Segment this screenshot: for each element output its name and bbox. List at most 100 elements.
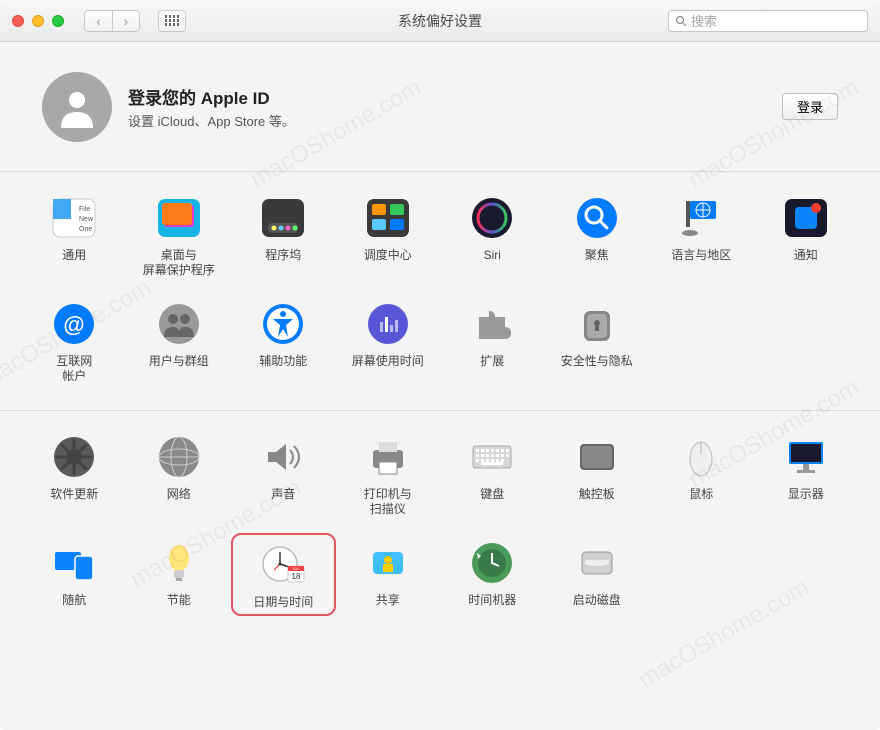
- pref-item-label: Siri: [484, 248, 501, 263]
- svg-text:New: New: [79, 216, 94, 223]
- displays-icon: [780, 431, 832, 483]
- signin-button[interactable]: 登录: [782, 93, 838, 120]
- security-icon: [571, 298, 623, 350]
- window-title: 系统偏好设置: [398, 11, 482, 31]
- traffic-lights: [12, 15, 64, 27]
- pref-item-sharing[interactable]: 共享: [336, 533, 441, 616]
- pref-item-mouse[interactable]: 鼠标: [649, 427, 754, 521]
- pref-item-timemachine[interactable]: 时间机器: [440, 533, 545, 616]
- pref-item-language[interactable]: 语言与地区: [649, 188, 754, 282]
- svg-text:@: @: [64, 312, 85, 337]
- pref-item-mission[interactable]: 调度中心: [336, 188, 441, 282]
- users-icon: [153, 298, 205, 350]
- pref-item-extensions[interactable]: 扩展: [440, 294, 545, 388]
- pref-item-label: 启动磁盘: [573, 593, 621, 608]
- desktop-icon: [153, 192, 205, 244]
- search-icon: [675, 15, 687, 27]
- sidecar-icon: [48, 537, 100, 589]
- accessibility-icon: [257, 298, 309, 350]
- pref-item-spotlight[interactable]: 聚焦: [545, 188, 650, 282]
- pref-item-label: 程序坞: [265, 248, 301, 263]
- language-icon: [675, 192, 727, 244]
- pref-item-label: 键盘: [480, 487, 504, 502]
- pref-item-label: 辅助功能: [259, 354, 307, 369]
- mission-icon: [362, 192, 414, 244]
- avatar-icon: [42, 72, 112, 142]
- pref-item-label: 日期与时间: [253, 595, 313, 610]
- pref-item-displays[interactable]: 显示器: [754, 427, 859, 521]
- login-section: 登录您的 Apple ID 设置 iCloud、App Store 等。 登录: [0, 42, 880, 172]
- pref-item-label: 随航: [62, 593, 86, 608]
- pref-item-label: 通用: [62, 248, 86, 263]
- syspref-window: ‹ › 系统偏好设置 搜索 登录您的 Apple ID 设置 iCloud、Ap…: [0, 0, 880, 730]
- pref-item-update[interactable]: 软件更新: [22, 427, 127, 521]
- pref-item-trackpad[interactable]: 触控板: [545, 427, 650, 521]
- pref-item-sound[interactable]: 声音: [231, 427, 336, 521]
- pref-item-label: 通知: [794, 248, 818, 263]
- dock-icon: [257, 192, 309, 244]
- section-personal: FileNewOne通用桌面与屏幕保护程序程序坞调度中心Siri聚焦语言与地区通…: [0, 172, 880, 411]
- trackpad-icon: [571, 431, 623, 483]
- spotlight-icon: [571, 192, 623, 244]
- back-button[interactable]: ‹: [84, 10, 112, 32]
- pref-item-label: 语言与地区: [671, 248, 731, 263]
- pref-item-label: 共享: [376, 593, 400, 608]
- login-text: 登录您的 Apple ID 设置 iCloud、App Store 等。: [128, 84, 295, 130]
- pref-item-sidecar[interactable]: 随航: [22, 533, 127, 616]
- printer-icon: [362, 431, 414, 483]
- pref-item-accessibility[interactable]: 辅助功能: [231, 294, 336, 388]
- login-title: 登录您的 Apple ID: [128, 84, 295, 109]
- section-hardware: 软件更新 网络声音打印机与扫描仪 键盘 触控板 鼠标 显示器随航 节能 JUL18 日期与时间 共…: [0, 411, 880, 638]
- pref-item-label: 软件更新: [50, 487, 98, 502]
- forward-button[interactable]: ›: [112, 10, 140, 32]
- startup-icon: [571, 537, 623, 589]
- pref-item-label: 触控板: [579, 487, 615, 502]
- pref-item-security[interactable]: 安全性与隐私: [545, 294, 650, 388]
- pref-item-label: 显示器: [788, 487, 824, 502]
- show-all-button[interactable]: [158, 10, 186, 32]
- svg-text:File: File: [79, 206, 90, 213]
- energy-icon: [153, 537, 205, 589]
- pref-item-label: 鼠标: [689, 487, 713, 502]
- notifications-icon: [780, 192, 832, 244]
- pref-item-label: 用户与群组: [149, 354, 209, 369]
- pref-item-screentime[interactable]: 屏幕使用时间: [336, 294, 441, 388]
- pref-item-label: 聚焦: [585, 248, 609, 263]
- sound-icon: [257, 431, 309, 483]
- pref-item-general[interactable]: FileNewOne通用: [22, 188, 127, 282]
- pref-item-dock[interactable]: 程序坞: [231, 188, 336, 282]
- screentime-icon: [362, 298, 414, 350]
- pref-item-notifications[interactable]: 通知: [754, 188, 859, 282]
- login-subtitle: 设置 iCloud、App Store 等。: [128, 111, 295, 130]
- search-input[interactable]: 搜索: [668, 10, 868, 32]
- general-icon: FileNewOne: [48, 192, 100, 244]
- pref-item-datetime[interactable]: JUL18 日期与时间: [231, 533, 336, 616]
- pref-item-label: 桌面与屏幕保护程序: [143, 248, 215, 278]
- maximize-button[interactable]: [52, 15, 64, 27]
- pref-item-desktop[interactable]: 桌面与屏幕保护程序: [127, 188, 232, 282]
- pref-item-network[interactable]: 网络: [127, 427, 232, 521]
- pref-item-startup[interactable]: 启动磁盘: [545, 533, 650, 616]
- pref-item-internet[interactable]: @互联网帐户: [22, 294, 127, 388]
- close-button[interactable]: [12, 15, 24, 27]
- pref-item-siri[interactable]: Siri: [440, 188, 545, 282]
- nav-buttons: ‹ ›: [84, 10, 140, 32]
- pref-item-label: 屏幕使用时间: [352, 354, 424, 369]
- update-icon: [48, 431, 100, 483]
- sharing-icon: [362, 537, 414, 589]
- svg-text:JUL: JUL: [293, 566, 301, 571]
- pref-item-energy[interactable]: 节能: [127, 533, 232, 616]
- pref-item-label: 打印机与扫描仪: [364, 487, 412, 517]
- internet-icon: @: [48, 298, 100, 350]
- search-placeholder: 搜索: [691, 11, 717, 30]
- pref-item-label: 调度中心: [364, 248, 412, 263]
- pref-item-printer[interactable]: 打印机与扫描仪: [336, 427, 441, 521]
- pref-item-keyboard[interactable]: 键盘: [440, 427, 545, 521]
- titlebar: ‹ › 系统偏好设置 搜索: [0, 0, 880, 42]
- grid-icon: [165, 15, 180, 26]
- mouse-icon: [675, 431, 727, 483]
- pref-item-users[interactable]: 用户与群组: [127, 294, 232, 388]
- svg-text:18: 18: [292, 572, 301, 581]
- minimize-button[interactable]: [32, 15, 44, 27]
- network-icon: [153, 431, 205, 483]
